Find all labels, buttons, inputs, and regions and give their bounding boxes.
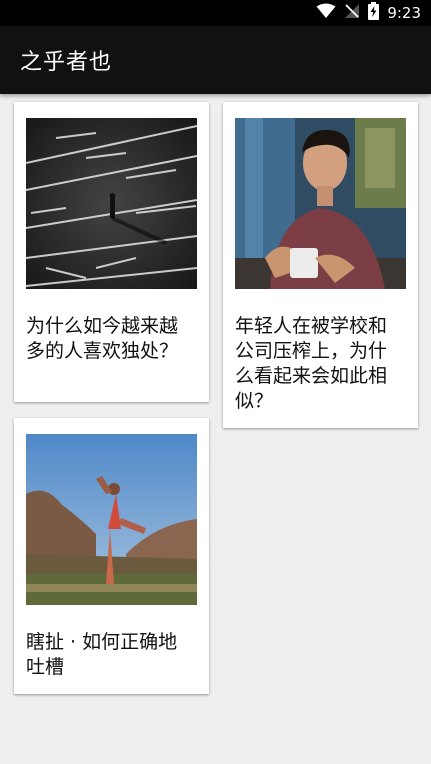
battery-charging-icon bbox=[368, 2, 380, 24]
article-card[interactable]: 瞎扯 · 如何正确地吐槽 bbox=[14, 418, 209, 694]
app-title: 之乎者也 bbox=[20, 50, 113, 75]
article-card[interactable]: 为什么如今越来越多的人喜欢独处？ bbox=[14, 102, 209, 402]
article-image bbox=[235, 118, 406, 289]
no-signal-icon bbox=[344, 3, 360, 23]
wifi-icon bbox=[316, 3, 336, 23]
status-time: 9:23 bbox=[387, 4, 421, 22]
article-title: 瞎扯 · 如何正确地吐槽 bbox=[26, 631, 178, 678]
status-bar: 9:23 bbox=[0, 0, 431, 26]
article-title: 为什么如今越来越多的人喜欢独处？ bbox=[26, 315, 179, 362]
article-title: 年轻人在被学校和公司压榨上，为什么看起来会如此相似？ bbox=[235, 315, 388, 412]
status-icons: 9:23 bbox=[316, 2, 421, 24]
article-image bbox=[26, 118, 197, 289]
article-card[interactable]: 年轻人在被学校和公司压榨上，为什么看起来会如此相似？ bbox=[223, 102, 418, 428]
app-bar: 之乎者也 bbox=[0, 26, 431, 94]
article-image bbox=[26, 434, 197, 605]
